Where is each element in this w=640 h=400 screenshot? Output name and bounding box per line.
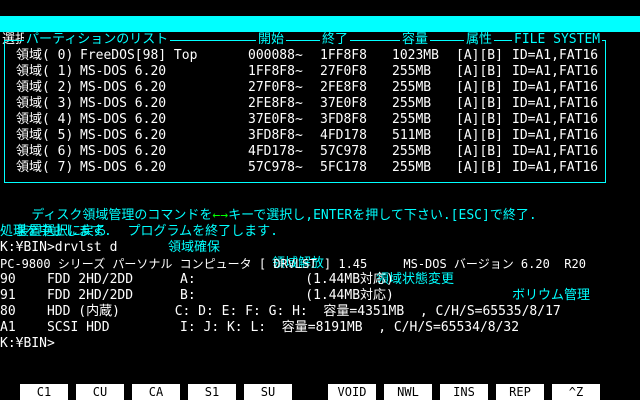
partition-sys: ID=A1,FAT16 [512, 112, 599, 127]
partition-sys: ID=A1,FAT16 [512, 144, 599, 159]
drive-line-90: 90 FDD 2HD/2DD A: (1.44MB対応) [0, 272, 394, 287]
partition-sys: ID=A1,FAT16 [512, 96, 599, 111]
help-text-b: キーで選択し,ENTERを押して下さい.[ESC]で終了. [228, 208, 537, 223]
partition-sys: ID=A1,FAT16 [512, 160, 599, 175]
help-text-a: ディスク領域管理のコマンドを [31, 208, 213, 223]
arrow-keys-hint: ←→ [212, 208, 229, 223]
partition-start: 4FD178~ [248, 144, 303, 159]
partition-sys: ID=A1,FAT16 [512, 48, 599, 63]
partition-attr: [A][B] [456, 112, 503, 127]
partition-fs: MS-DOS 6.20 [80, 112, 167, 127]
drive-line-91: 91 FDD 2HD/2DD B: (1.44MB対応) [0, 288, 394, 303]
partition-attr: [A][B] [456, 80, 503, 95]
partition-start: 000088~ [248, 48, 303, 63]
dos-screen: 選択中 内蔵固定1台目 [80] 4351MB C:D:E:F: PC98 --… [0, 0, 640, 400]
partition-fs: MS-DOS 6.20 [80, 160, 167, 175]
partition-end: 5FC178 [320, 160, 367, 175]
command-menu: 装置選択に戻る 領域確保 領域解放 領域状態変更 ボリウム管理 [0, 208, 590, 303]
partition-fs: MS-DOS 6.20 [80, 144, 167, 159]
function-key-3[interactable]: CA [132, 384, 180, 400]
drvlst-banner: PC-9800 シリーズ パーソナル コンピュータ [ DRVLST ] 1.4… [0, 257, 586, 271]
partition-start: 37E0F8~ [248, 112, 303, 127]
command-prompt-current[interactable]: K:¥BIN> [0, 336, 55, 352]
partition-region: 領域( 1) [16, 64, 74, 79]
partition-attr: [A][B] [456, 96, 503, 111]
help-line-3: 処理を中止します. プログラムを終了します. [0, 224, 278, 239]
partition-start: 27F0F8~ [248, 80, 303, 95]
partition-row[interactable]: 領域( 3) MS-DOS 6.20 2FE8F8~ 37E0F8 255MB [A][B… [0, 96, 640, 112]
partition-region: 領域( 7) [16, 160, 74, 175]
function-key-4[interactable]: S1 [188, 384, 236, 400]
help-line-1: ディスク領域管理のコマンドを←→キーで選択し,ENTERを押して下さい.[ESC… [0, 192, 536, 223]
partition-end: 4FD178 [320, 128, 367, 143]
function-key-6[interactable]: VOID [328, 384, 376, 400]
function-key-9[interactable]: REP [496, 384, 544, 400]
function-key-2[interactable]: CU [76, 384, 124, 400]
function-key-7[interactable]: NWL [384, 384, 432, 400]
cmd-allocate-region[interactable]: 領域確保 [168, 240, 220, 256]
partition-size: 255MB [392, 144, 432, 159]
partition-size: 255MB [392, 112, 432, 127]
partition-sys: ID=A1,FAT16 [512, 64, 599, 79]
partition-region: 領域( 6) [16, 144, 74, 159]
partition-start: 57C978~ [248, 160, 303, 175]
partition-row[interactable]: 領域( 7) MS-DOS 6.20 57C978~ 5FC178 255MB [A][B… [0, 160, 640, 176]
partition-row[interactable]: 領域( 2) MS-DOS 6.20 27F0F8~ 2FE8F8 255MB [A][B… [0, 80, 640, 96]
partition-end: 27F0F8 [320, 64, 367, 79]
partition-row[interactable]: 領域( 6) MS-DOS 6.20 4FD178~ 57C978 255MB [A][B… [0, 144, 640, 160]
partition-region: 領域( 4) [16, 112, 74, 127]
partition-row[interactable]: 領域( 5) MS-DOS 6.20 3FD8F8~ 4FD178 511MB [A][B… [0, 128, 640, 144]
partition-sys: ID=A1,FAT16 [512, 80, 599, 95]
partition-end: 1FF8F8 [320, 48, 367, 63]
partition-end: 37E0F8 [320, 96, 367, 111]
partition-region: 領域( 2) [16, 80, 74, 95]
partition-start: 1FF8F8~ [248, 64, 303, 79]
partition-end: 3FD8F8 [320, 112, 367, 127]
cmd-volume-management[interactable]: ボリウム管理 [512, 288, 590, 304]
partition-attr: [A][B] [456, 48, 503, 63]
partition-attr: [A][B] [456, 64, 503, 79]
status-bar: 選択中 内蔵固定1台目 [80] 4351MB C:D:E:F: PC98 --… [0, 16, 640, 159]
partition-attr: [A][B] [456, 144, 503, 159]
partition-fs: MS-DOS 6.20 [80, 96, 167, 111]
partition-row[interactable]: 領域( 4) MS-DOS 6.20 37E0F8~ 3FD8F8 255MB [A][B… [0, 112, 640, 128]
partition-size: 255MB [392, 80, 432, 95]
partition-start: 2FE8F8~ [248, 96, 303, 111]
partition-size: 255MB [392, 96, 432, 111]
function-key-5[interactable]: SU [244, 384, 292, 400]
partition-fs: MS-DOS 6.20 [80, 80, 167, 95]
partition-size: 511MB [392, 128, 432, 143]
header-capacity: 容量 [400, 32, 431, 48]
header-end: 終了 [320, 32, 351, 48]
partition-sys: ID=A1,FAT16 [512, 128, 599, 143]
partition-list-title: パーティションのリスト [24, 32, 171, 48]
partition-region: 領域( 3) [16, 96, 74, 111]
partition-start: 3FD8F8~ [248, 128, 303, 143]
function-key-8[interactable]: INS [440, 384, 488, 400]
partition-fs: MS-DOS 6.20 [80, 64, 167, 79]
function-key-bar: C1 CU CA S1 SU VOID NWL INS REP ^Z [0, 384, 640, 400]
partition-region: 領域( 5) [16, 128, 74, 143]
drive-line-80: 80 HDD (内蔵) C: D: E: F: G: H: 容量=4351MB … [0, 304, 561, 319]
partition-region: 領域( 0) [16, 48, 74, 63]
partition-size: 1023MB [392, 48, 439, 63]
partition-end: 57C978 [320, 144, 367, 159]
header-attribute: 属性 [464, 32, 495, 48]
header-start: 開始 [256, 32, 287, 48]
partition-size: 255MB [392, 64, 432, 79]
header-filesystem: FILE SYSTEM [512, 32, 603, 48]
partition-attr: [A][B] [456, 128, 503, 143]
partition-fs: MS-DOS 6.20 [80, 128, 167, 143]
partition-size: 255MB [392, 160, 432, 175]
partition-fs: FreeDOS[98] Top [80, 48, 198, 63]
partition-attr: [A][B] [456, 160, 503, 175]
function-key-10[interactable]: ^Z [552, 384, 600, 400]
partition-row[interactable]: 領域( 1) MS-DOS 6.20 1FF8F8~ 27F0F8 255MB [A][B… [0, 64, 640, 80]
partition-row[interactable]: 領域( 0) FreeDOS[98] Top 000088~ 1FF8F8 1023MB… [0, 48, 640, 64]
partition-end: 2FE8F8 [320, 80, 367, 95]
function-key-1[interactable]: C1 [20, 384, 68, 400]
drive-line-a1: A1 SCSI HDD I: J: K: L: 容量=8191MB , C/H/… [0, 320, 520, 335]
command-prompt: K:¥BIN>drvlst d [0, 240, 118, 255]
